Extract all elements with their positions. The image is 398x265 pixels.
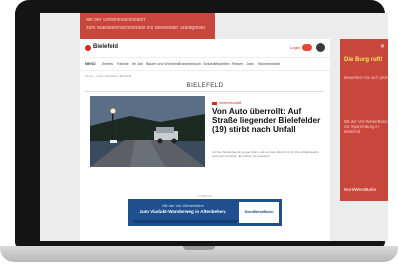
- breadcrumb[interactable]: Home › Lokal › Bielefeld › Bielefeld: [85, 74, 131, 78]
- top-ad-banner[interactable]: Mit der Vorweihnachtsfahrt zum Waldweihn…: [80, 13, 215, 39]
- browser-screen: Mit der Vorweihnachtsfahrt zum Waldweihn…: [40, 13, 388, 241]
- article-photo[interactable]: [90, 96, 205, 167]
- login-link[interactable]: Login: [290, 45, 300, 50]
- site-logo[interactable]: Bielefeld: [93, 44, 118, 50]
- nav-item[interactable]: Wochenmarkt: [258, 62, 280, 66]
- side-ad-banner[interactable]: Die Burg ruft! Bewerben Sie sich jetzt M…: [340, 39, 388, 201]
- nav-item[interactable]: Ihr Job: [132, 62, 143, 66]
- ad-line-2: zum Viadukt-Wanderweg in Altenbeken.: [139, 209, 227, 214]
- top-ad-line-1: Mit der Vorweihnachtsfahrt: [86, 18, 146, 22]
- ad-logo: NordWestBahn: [239, 202, 279, 223]
- plus-badge-icon: [212, 101, 217, 105]
- nav-item[interactable]: Branchenbuch: [178, 62, 201, 66]
- logo-icon[interactable]: [85, 45, 91, 51]
- main-nav: MENÜ Events Familie Ihr Job Bauen und Wo…: [80, 58, 330, 71]
- nav-item[interactable]: Jobs: [246, 62, 254, 66]
- subscribe-button[interactable]: [302, 44, 312, 51]
- ad-line-1: Mit der Vor-WinterBahn: [162, 203, 204, 208]
- side-ad-title: Die Burg ruft!: [344, 57, 383, 63]
- side-ad-text-2: Mit der Vor-WinterBahn zur Sparrenburg i…: [344, 119, 388, 134]
- user-avatar-icon[interactable]: [316, 43, 325, 52]
- article-headline[interactable]: Von Auto überrollt: Auf Straße liegender…: [212, 107, 324, 134]
- nav-item[interactable]: Reisen: [232, 62, 243, 66]
- nav-item[interactable]: Bauen und Wohnen: [146, 62, 178, 66]
- ad-logo-text: NordWestBahn: [244, 209, 274, 214]
- nav-item[interactable]: Events: [102, 62, 113, 66]
- site-header: Bielefeld Login: [80, 39, 330, 58]
- top-ad-line-2: zum Waldweihnachtsmarkt ins Bielefelder …: [86, 26, 206, 30]
- laptop-notch: [183, 246, 215, 250]
- side-ad-brand: NordWestBahn: [344, 187, 377, 192]
- ad-label: ANZEIGE: [198, 194, 212, 198]
- close-icon[interactable]: ✕: [380, 43, 385, 50]
- section-title: BIELEFELD: [186, 83, 224, 89]
- news-page: Bielefeld Login MENÜ Events Familie Ihr …: [80, 39, 330, 241]
- ad-strip: [133, 220, 237, 223]
- nav-menu[interactable]: MENÜ: [85, 62, 96, 66]
- nav-item[interactable]: Familie: [117, 62, 129, 66]
- bottom-ad-banner[interactable]: Mit der Vor-WinterBahn zum Viadukt-Wande…: [128, 199, 282, 226]
- article-teaser: Auf der Straße lag ein junger Mann, als …: [212, 150, 319, 158]
- side-ad-text-1: Bewerben Sie sich jetzt: [344, 75, 388, 80]
- nav-item[interactable]: Geschäftsstellen: [203, 62, 230, 66]
- overline-text: Verkehrsunfall: [219, 101, 242, 105]
- laptop-frame: Mit der Vorweihnachtsfahrt zum Waldweihn…: [15, 0, 388, 248]
- article-overline: Verkehrsunfall: [212, 101, 241, 105]
- section-divider: [85, 91, 325, 92]
